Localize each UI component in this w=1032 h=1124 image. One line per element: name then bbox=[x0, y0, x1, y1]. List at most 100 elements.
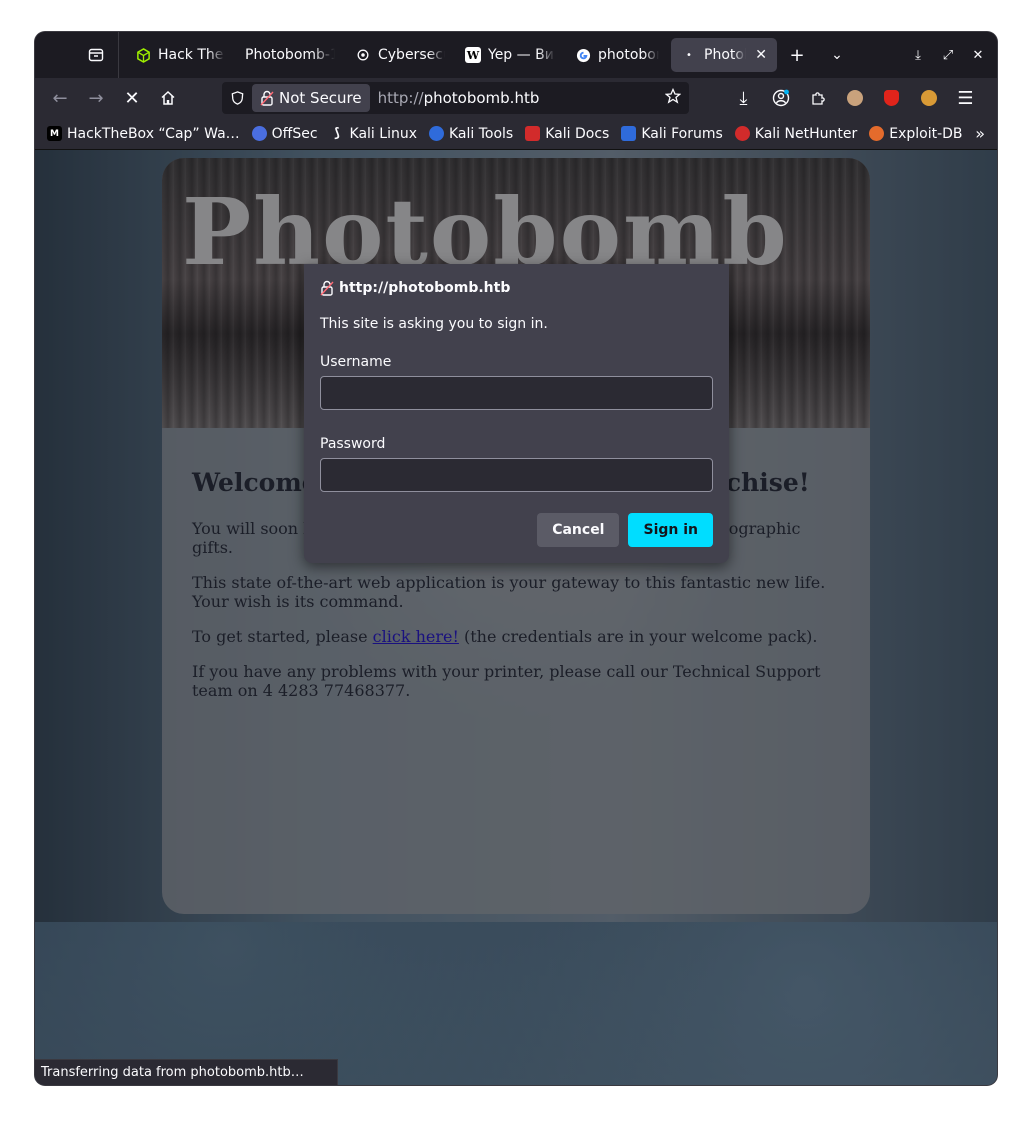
bookmark-label: Exploit-DB bbox=[889, 125, 963, 142]
wikipedia-icon: W bbox=[465, 47, 481, 63]
tab-photobomb-writeup[interactable]: Photobomb-1 bbox=[235, 38, 345, 72]
password-label: Password bbox=[320, 436, 386, 452]
tab-strip: Hack The Box Photobomb-1 Cybersecurity W… bbox=[35, 32, 997, 78]
tab-label: Hack The Box bbox=[158, 47, 225, 63]
bookmark-kali-docs[interactable]: Kali Docs bbox=[525, 126, 609, 142]
new-tab-button[interactable]: + bbox=[777, 32, 817, 78]
account-icon bbox=[772, 89, 789, 107]
tab-cybersecurity[interactable]: Cybersecurity bbox=[345, 38, 455, 72]
browser-window: Hack The Box Photobomb-1 Cybersecurity W… bbox=[35, 32, 997, 1085]
app-menu-button[interactable]: ☰ bbox=[947, 82, 984, 114]
bookmark-hackthebox-cap[interactable]: M HackTheBox “Cap” Wa… bbox=[47, 126, 240, 142]
dialog-message: This site is asking you to sign in. bbox=[320, 316, 548, 332]
bookmark-kali-linux[interactable]: ⟆ Kali Linux bbox=[330, 126, 417, 142]
extension-owl-button[interactable] bbox=[836, 82, 873, 114]
close-tab-icon[interactable]: ✕ bbox=[755, 47, 767, 63]
bookmark-star-icon[interactable] bbox=[664, 87, 682, 108]
exploit-db-icon bbox=[869, 126, 885, 141]
url-protocol: http:// bbox=[377, 89, 424, 107]
tab-label: Yep — Википедия bbox=[488, 47, 555, 63]
shield-icon[interactable] bbox=[222, 90, 252, 106]
firefox-view-icon bbox=[88, 48, 104, 62]
chevron-right-double-icon[interactable]: » bbox=[975, 124, 985, 143]
back-button[interactable]: ← bbox=[42, 82, 78, 114]
medium-icon: M bbox=[47, 126, 62, 141]
not-secure-indicator[interactable]: Not Secure bbox=[252, 84, 370, 112]
username-input[interactable] bbox=[320, 376, 713, 410]
sign-in-button[interactable]: Sign in bbox=[628, 513, 713, 547]
kali-tools-icon bbox=[429, 126, 444, 141]
tab-label: Cybersecurity bbox=[378, 47, 445, 63]
home-icon bbox=[161, 90, 175, 105]
password-input[interactable] bbox=[320, 458, 713, 492]
chevron-down-icon: ⌄ bbox=[831, 47, 843, 63]
forward-button[interactable]: → bbox=[78, 82, 114, 114]
cancel-button[interactable]: Cancel bbox=[537, 513, 620, 547]
navigation-toolbar: ← → ✕ Not Secure http://photobomb.htb ⤓ bbox=[35, 78, 997, 118]
bookmark-label: Kali Docs bbox=[545, 125, 610, 142]
bookmark-offsec[interactable]: OffSec bbox=[251, 125, 318, 142]
arrow-left-icon: ← bbox=[52, 87, 68, 109]
bookmark-kali-tools[interactable]: Kali Tools bbox=[429, 126, 513, 142]
insecure-lock-icon bbox=[320, 280, 334, 296]
bookmark-label: Kali Linux bbox=[349, 125, 417, 142]
bookmark-kali-nethunter[interactable]: Kali NetHunter bbox=[734, 126, 857, 142]
maximize-button[interactable]: ⤢ bbox=[933, 32, 963, 78]
url-bar[interactable]: Not Secure http://photobomb.htb bbox=[222, 82, 689, 114]
loading-dot-icon: • bbox=[686, 49, 692, 61]
dialog-origin: http://photobomb.htb bbox=[320, 280, 713, 296]
shield-red-icon bbox=[884, 90, 899, 106]
tab-wikipedia[interactable]: W Yep — Википедия bbox=[455, 38, 565, 72]
kali-dragon-icon: ⟆ bbox=[334, 126, 340, 141]
bookmark-label: Kali Tools bbox=[449, 125, 514, 142]
htb-cube-icon bbox=[135, 47, 151, 63]
page-content: Photobomb Welcome to your new Photobomb … bbox=[35, 150, 997, 1085]
minimize-icon: ⤓ bbox=[915, 47, 921, 63]
list-all-tabs-button[interactable]: ⌄ bbox=[817, 32, 857, 78]
url-text[interactable]: http://photobomb.htb bbox=[378, 89, 540, 107]
tab-hackthebox[interactable]: Hack The Box bbox=[125, 38, 235, 72]
toolbar-extensions: ⤓ ☰ bbox=[725, 82, 984, 114]
dialog-buttons: Cancel Sign in bbox=[537, 513, 713, 547]
nethunter-icon bbox=[734, 126, 750, 141]
url-host: photobomb.htb bbox=[423, 89, 540, 107]
arrow-right-icon: → bbox=[88, 87, 104, 109]
auth-dialog: http://photobomb.htb This site is asking… bbox=[304, 264, 729, 563]
google-icon bbox=[575, 47, 591, 63]
insecure-lock-icon bbox=[260, 90, 274, 106]
stop-button[interactable]: ✕ bbox=[114, 82, 150, 114]
firefox-view-button[interactable] bbox=[35, 32, 119, 78]
status-bar: Transferring data from photobomb.htb… bbox=[35, 1059, 338, 1085]
bookmark-label: HackTheBox “Cap” Wa… bbox=[67, 125, 240, 142]
bookmark-label: Kali Forums bbox=[641, 125, 723, 142]
offsec-icon bbox=[251, 126, 267, 141]
bookmark-exploit-db[interactable]: Exploit-DB bbox=[869, 125, 963, 142]
bookmark-label: OffSec bbox=[271, 125, 318, 142]
openai-icon bbox=[355, 47, 371, 63]
downloads-button[interactable]: ⤓ bbox=[725, 82, 762, 114]
minimize-button[interactable]: ⤓ bbox=[903, 32, 933, 78]
bookmark-kali-forums[interactable]: Kali Forums bbox=[621, 125, 723, 142]
plus-icon: + bbox=[789, 44, 805, 66]
close-window-button[interactable]: ✕ bbox=[963, 32, 993, 78]
bookmarks-toolbar: M HackTheBox “Cap” Wa… OffSec ⟆ Kali Linux… bbox=[35, 118, 997, 150]
tab-google-search[interactable]: photobomb bbox=[565, 38, 669, 72]
tab-label: Photobomb-1 bbox=[245, 47, 335, 63]
download-icon: ⤓ bbox=[739, 87, 748, 109]
security-label: Not Secure bbox=[279, 89, 362, 107]
extension-ublock-button[interactable] bbox=[873, 82, 910, 114]
extension-cookie-button[interactable] bbox=[910, 82, 947, 114]
tab-label: photobomb bbox=[598, 47, 659, 63]
tab-label: Photobomb bbox=[704, 47, 746, 63]
hamburger-menu-icon: ☰ bbox=[957, 87, 974, 109]
close-icon: ✕ bbox=[972, 47, 984, 63]
stop-icon: ✕ bbox=[124, 87, 140, 109]
account-button[interactable] bbox=[762, 82, 799, 114]
dialog-origin-text: http://photobomb.htb bbox=[339, 280, 511, 296]
maximize-icon: ⤢ bbox=[942, 47, 954, 63]
extensions-button[interactable] bbox=[799, 82, 836, 114]
window-controls: ⤓ ⤢ ✕ bbox=[903, 32, 993, 78]
cookie-icon bbox=[920, 90, 937, 106]
tab-photobomb-active[interactable]: • Photobomb ✕ bbox=[671, 38, 777, 72]
home-button[interactable] bbox=[150, 82, 186, 114]
